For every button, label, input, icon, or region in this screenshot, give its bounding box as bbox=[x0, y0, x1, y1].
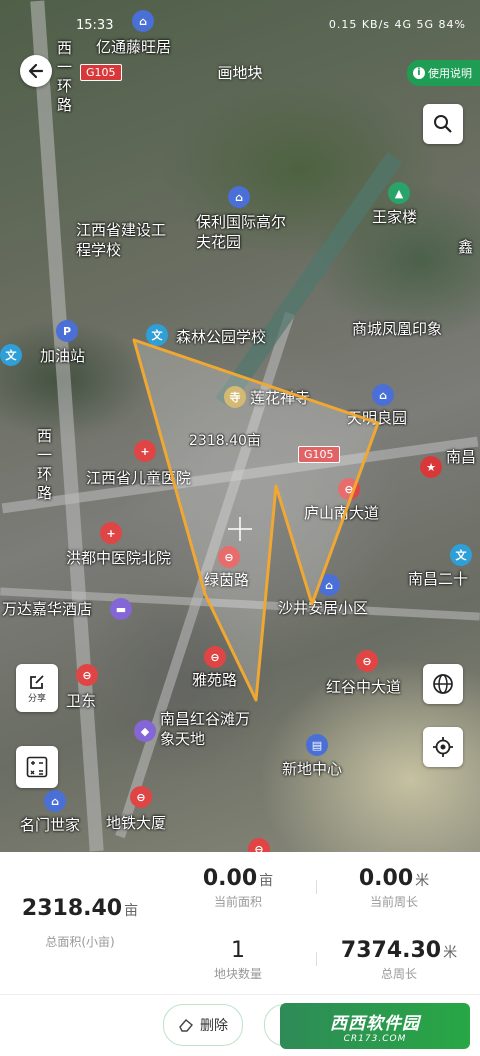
plot-count-value: 1 bbox=[231, 938, 245, 963]
share-label: 分享 bbox=[27, 693, 46, 704]
current-perimeter-value: 0.00 bbox=[358, 866, 414, 891]
watermark-logo: 西西软件园 CR173.COM bbox=[280, 1003, 470, 1049]
plot-count-label: 地块数量 bbox=[213, 967, 262, 981]
usage-guide-button[interactable]: i 使用说明 bbox=[407, 60, 480, 86]
calculator-icon bbox=[26, 756, 48, 778]
delete-label: 删除 bbox=[200, 1018, 228, 1034]
watermark-text: 西西软件园 bbox=[330, 1013, 420, 1034]
current-perimeter-label: 当前周长 bbox=[369, 895, 418, 909]
plot-polygon[interactable] bbox=[0, 0, 480, 852]
layer-switch-button[interactable] bbox=[423, 664, 463, 704]
current-area-unit: 亩 bbox=[259, 873, 274, 889]
locate-button[interactable] bbox=[423, 727, 463, 767]
search-button[interactable] bbox=[423, 104, 463, 144]
satellite-map[interactable]: 亿通藤旺居 西一环路 江西省建设工程学校 保利国际高尔夫花园 王家楼 森林公园学… bbox=[0, 0, 480, 852]
separator bbox=[0, 994, 480, 995]
total-perimeter-value: 7374.30 bbox=[340, 938, 442, 963]
current-area-value: 0.00 bbox=[202, 866, 258, 891]
search-icon bbox=[434, 115, 452, 133]
edit-share-icon bbox=[30, 674, 44, 689]
divider bbox=[316, 880, 317, 894]
total-area-unit: 亩 bbox=[124, 903, 139, 919]
total-area-value: 2318.40 bbox=[21, 896, 123, 921]
usage-guide-label: 使用说明 bbox=[428, 67, 472, 80]
info-icon: i bbox=[413, 67, 425, 79]
divider bbox=[316, 952, 317, 966]
plot-area-label: 2318.40亩 bbox=[189, 433, 261, 449]
delete-button[interactable]: 删除 bbox=[163, 1004, 243, 1046]
locate-icon bbox=[433, 737, 453, 757]
total-perimeter-label: 总周长 bbox=[380, 967, 417, 981]
globe-icon bbox=[433, 674, 453, 694]
current-perimeter-unit: 米 bbox=[415, 873, 430, 889]
current-area-stat: 0.00 亩 当前面积 bbox=[178, 866, 298, 910]
total-perimeter-unit: 米 bbox=[443, 945, 458, 961]
share-button[interactable]: 分享 bbox=[16, 664, 58, 712]
status-time: 15:33 bbox=[76, 18, 114, 33]
calculator-button[interactable] bbox=[16, 746, 58, 788]
total-area-label: 总面积(小亩) bbox=[45, 935, 115, 949]
total-area-stat: 2318.40 亩 总面积(小亩) bbox=[20, 896, 140, 950]
status-indicators: 0.15 KB/s 4G 5G 84% bbox=[328, 18, 466, 31]
watermark-subtext: CR173.COM bbox=[343, 1033, 407, 1044]
current-area-label: 当前面积 bbox=[213, 895, 262, 909]
total-perimeter-stat: 7374.30 米 总周长 bbox=[334, 938, 464, 982]
eraser-icon bbox=[179, 1019, 193, 1032]
plot-count-stat: 1 地块数量 bbox=[178, 938, 298, 982]
status-bar: 15:33 0.15 KB/s 4G 5G 84% bbox=[0, 0, 480, 52]
current-perimeter-stat: 0.00 米 当前周长 bbox=[334, 866, 454, 910]
